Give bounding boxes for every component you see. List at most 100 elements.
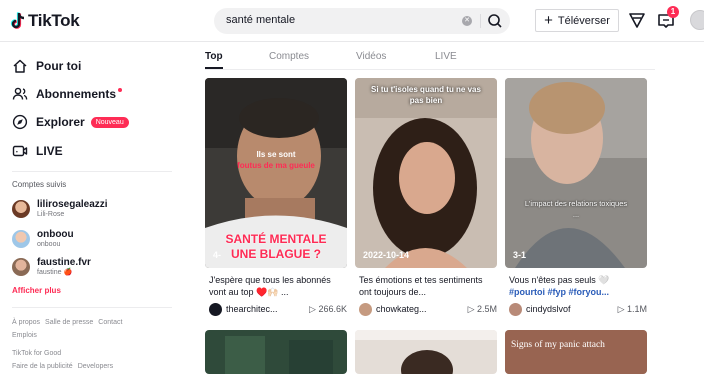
top-bar: TikTok santé mentale ✕ + Téléverser 1 bbox=[0, 0, 704, 42]
search-icon[interactable] bbox=[486, 13, 504, 29]
messages-filter-icon[interactable] bbox=[627, 10, 647, 30]
tab-videos[interactable]: Vidéos bbox=[356, 51, 386, 62]
following-account[interactable]: lilirosegaleazzi Lili-Rose bbox=[12, 199, 108, 219]
account-name: lilirosegaleazzi bbox=[37, 199, 108, 210]
clear-search-icon[interactable]: ✕ bbox=[462, 16, 472, 26]
footer-link[interactable]: Contact bbox=[98, 319, 122, 326]
plus-icon: + bbox=[544, 12, 553, 29]
active-tab-indicator bbox=[205, 67, 223, 69]
avatar bbox=[12, 230, 30, 248]
caption-text: Vous n'êtes pas seuls 🤍 bbox=[509, 275, 610, 285]
tiktok-logo[interactable]: TikTok bbox=[10, 11, 80, 31]
video-meta: thearchitec... ▷ 266.6K bbox=[209, 302, 347, 316]
account-nickname: onboou bbox=[37, 241, 61, 248]
search-tabs: Top Comptes Vidéos LIVE bbox=[205, 50, 655, 70]
video-caption[interactable]: Tes émotions et tes sentiments ont toujo… bbox=[359, 274, 497, 298]
video-caption[interactable]: Vous n'êtes pas seuls 🤍 #pourtoi #fyp #f… bbox=[509, 274, 647, 298]
video-caption[interactable]: J'espère que tous les abonnés vont au to… bbox=[209, 274, 347, 298]
thumbnail-image bbox=[355, 330, 497, 374]
video-overlay-text: Ils se sont bbox=[256, 150, 296, 159]
live-icon: • bbox=[12, 145, 28, 157]
video-thumbnail[interactable]: Signs of my panic attach bbox=[505, 330, 647, 374]
footer-link[interactable]: Developers bbox=[78, 363, 113, 370]
upload-label: Téléverser bbox=[557, 14, 610, 27]
sidebar-divider bbox=[12, 171, 172, 172]
video-corner-label: 2022-10-14 bbox=[363, 250, 410, 260]
search-divider bbox=[480, 14, 481, 28]
tab-top[interactable]: Top bbox=[205, 51, 223, 62]
following-heading: Comptes suivis bbox=[12, 180, 67, 189]
users-icon bbox=[12, 87, 28, 100]
author-avatar[interactable] bbox=[509, 302, 522, 316]
home-icon bbox=[13, 59, 27, 73]
profile-avatar[interactable] bbox=[690, 10, 704, 30]
view-count-value: 1.1M bbox=[626, 303, 647, 314]
footer-links: Emplois bbox=[12, 332, 42, 339]
thumbnail-image bbox=[355, 78, 497, 268]
video-overlay-text: Signs of my panic attach bbox=[511, 340, 605, 350]
sidebar: Pour toi Abonnements Explorer Nouveau • … bbox=[0, 43, 185, 374]
logo-text: TikTok bbox=[28, 11, 80, 30]
inbox-badge: 1 bbox=[667, 6, 679, 18]
tab-comptes[interactable]: Comptes bbox=[269, 51, 309, 62]
video-meta: cindydslvof ▷ 1.1M bbox=[509, 302, 647, 316]
video-overlay-headline: SANTÉ MENTALE bbox=[225, 232, 327, 246]
account-nickname: faustine 🍎 bbox=[37, 269, 73, 276]
avatar bbox=[12, 200, 30, 218]
view-count: ▷ 266.6K bbox=[309, 303, 347, 314]
svg-text:•: • bbox=[16, 150, 18, 156]
nav-label-pour-toi: Pour toi bbox=[36, 59, 82, 73]
account-nickname: Lili-Rose bbox=[37, 211, 65, 218]
video-thumbnail[interactable]: L'impact des relations toxiques ... 3-1 bbox=[505, 78, 647, 268]
video-thumbnail[interactable]: Ils se sont foutus de ma gueule SANTÉ ME… bbox=[205, 78, 347, 268]
view-count-value: 2.5M bbox=[476, 303, 497, 314]
following-account[interactable]: faustine.fvr faustine 🍎 bbox=[12, 257, 91, 277]
video-corner-label: 4- bbox=[213, 250, 222, 260]
footer-link[interactable]: Salle de presse bbox=[45, 319, 93, 326]
sidebar-item-pour-toi[interactable]: Pour toi bbox=[12, 56, 81, 76]
video-card[interactable]: Signs of my panic attach bbox=[505, 330, 647, 374]
video-overlay-headline: UNE BLAGUE ? bbox=[231, 247, 321, 261]
video-card[interactable] bbox=[355, 330, 497, 374]
video-corner-label: 3-1 bbox=[513, 250, 527, 260]
thumbnail-image bbox=[505, 78, 647, 268]
sidebar-item-abonnements[interactable]: Abonnements bbox=[12, 84, 123, 104]
nav-label-explorer: Explorer bbox=[36, 115, 85, 129]
show-more-link[interactable]: Afficher plus bbox=[12, 286, 61, 295]
video-thumbnail[interactable]: Si tu t'isoles quand tu ne vas pas bien … bbox=[355, 78, 497, 268]
video-thumbnail[interactable] bbox=[205, 330, 347, 374]
search-input[interactable]: santé mentale bbox=[226, 14, 295, 26]
author-avatar[interactable] bbox=[209, 302, 222, 316]
search-bar[interactable]: santé mentale ✕ bbox=[214, 8, 510, 34]
footer-link[interactable]: TikTok for Good bbox=[12, 350, 61, 357]
upload-button[interactable]: + Téléverser bbox=[535, 9, 619, 32]
video-overlay-text: L'impact des relations toxiques ... bbox=[524, 199, 628, 219]
tiktok-note-icon bbox=[10, 12, 25, 29]
sidebar-item-live[interactable]: • LIVE bbox=[12, 141, 63, 161]
footer-link[interactable]: Emplois bbox=[12, 332, 37, 339]
footer-link[interactable]: À propos bbox=[12, 319, 40, 326]
sidebar-divider bbox=[12, 307, 172, 308]
view-count-value: 266.6K bbox=[318, 303, 347, 314]
following-account[interactable]: onboou onboou bbox=[12, 229, 74, 249]
author-name[interactable]: chowkateg... bbox=[376, 304, 462, 314]
video-overlay-text: Si tu t'isoles quand tu ne vas pas bien bbox=[371, 85, 481, 105]
new-badge: Nouveau bbox=[90, 116, 129, 128]
caption-hashtags[interactable]: #pourtoi #fyp #foryou... bbox=[509, 287, 609, 297]
author-avatar[interactable] bbox=[359, 302, 372, 316]
video-overlay-text: foutus de ma gueule bbox=[237, 161, 315, 170]
sidebar-item-explorer[interactable]: Explorer Nouveau bbox=[12, 112, 129, 132]
avatar bbox=[12, 258, 30, 276]
author-name[interactable]: cindydslvof bbox=[526, 304, 612, 314]
nav-label-abonnements: Abonnements bbox=[36, 87, 117, 101]
video-thumbnail[interactable] bbox=[355, 330, 497, 374]
account-name: faustine.fvr bbox=[37, 257, 91, 268]
video-card[interactable] bbox=[205, 330, 347, 374]
author-name[interactable]: thearchitec... bbox=[226, 304, 303, 314]
footer-link[interactable]: Faire de la publicité bbox=[12, 363, 73, 370]
footer-links: À propos Salle de presse Contact bbox=[12, 319, 127, 326]
compass-icon bbox=[12, 114, 28, 130]
nav-label-live: LIVE bbox=[36, 144, 63, 158]
tab-live[interactable]: LIVE bbox=[435, 51, 457, 62]
new-activity-dot bbox=[118, 88, 123, 92]
